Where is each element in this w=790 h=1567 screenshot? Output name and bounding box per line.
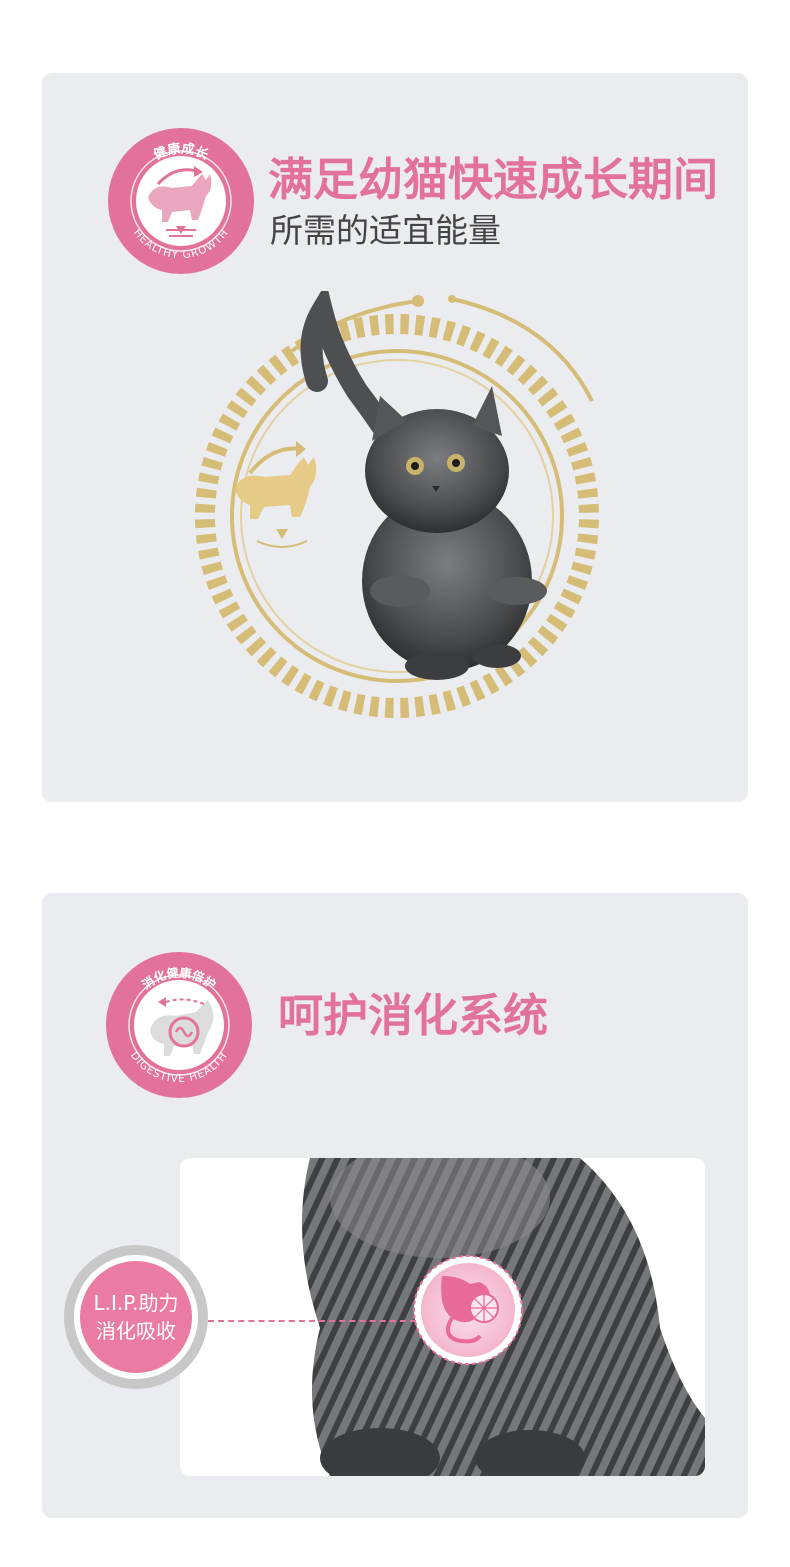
digestive-section: 消化健康倍护 DIGESTIVE HEALTH 呵护消化系统 L.I.P.助力 … (42, 893, 748, 1518)
lip-callout-line1: L.I.P.助力 (93, 1291, 179, 1315)
kitten-photo-with-stomach-icon (302, 1158, 705, 1476)
digestive-health-badge: 消化健康倍护 DIGESTIVE HEALTH (106, 952, 252, 1098)
stomach-icon (413, 1255, 523, 1365)
lip-callout-line2: 消化吸收 (96, 1319, 176, 1343)
kitten-photo-card (180, 1158, 705, 1476)
growth-subline: 所需的适宜能量 (270, 211, 501, 250)
kitten-with-gold-ring (194, 291, 599, 718)
growth-section: 健康成长 HEALTHY GROWTH 满足幼猫快速成长期间 所需的适宜能量 (42, 73, 748, 802)
growth-headline: 满足幼猫快速成长期间 (268, 153, 719, 206)
lip-callout-badge: L.I.P.助力 消化吸收 (64, 1245, 208, 1389)
digestive-headline: 呵护消化系统 (278, 989, 549, 1042)
gold-growth-icon (235, 441, 317, 548)
healthy-growth-badge: 健康成长 HEALTHY GROWTH (108, 128, 254, 274)
callout-connector (208, 1320, 416, 1322)
